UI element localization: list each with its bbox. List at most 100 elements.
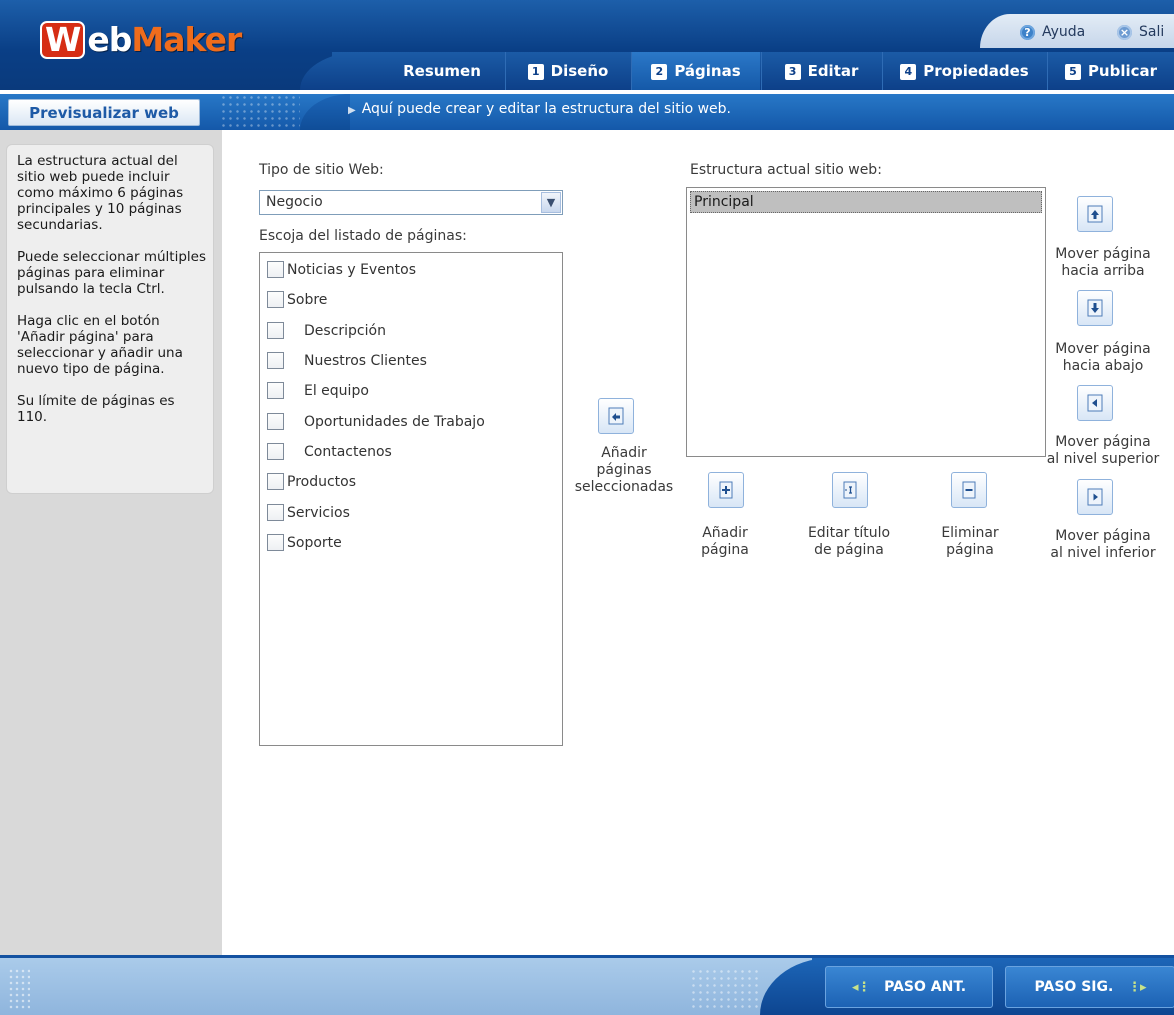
site-type-label: Tipo de sitio Web: [259,162,384,178]
preview-site-button[interactable]: Previsualizar web [8,99,200,126]
site-type-select[interactable]: Negocio ▼ [259,190,563,215]
step-number-icon: 1 [527,64,544,80]
page-list-item-label: Sobre [287,292,328,308]
webmaker-logo[interactable]: WebMaker [40,20,242,60]
tab-label: Resumen [403,62,481,80]
step-number-icon: 3 [784,64,801,80]
edit-title-icon [843,481,857,499]
caption-line: seleccionadas [574,479,674,495]
checkbox[interactable] [267,291,284,308]
page-list-item-equipo[interactable]: El equipo [267,381,369,401]
caption-line: Añadir [601,445,647,461]
move-upper-level-caption: Mover página al nivel superior [1036,434,1170,468]
add-selected-icon [608,407,624,425]
caption-line: Mover página [1055,246,1151,262]
previous-step-button[interactable]: ◂⋮ PASO ANT. [825,966,993,1008]
arrow-left-icon [1087,394,1103,412]
move-up-caption: Mover página hacia arriba [1042,246,1164,280]
caption-line: Añadir [702,525,748,541]
checkbox[interactable] [267,382,284,399]
page-list-item-servicios[interactable]: Servicios [267,503,350,523]
checkbox[interactable] [267,413,284,430]
help-link[interactable]: ? Ayuda [1020,18,1085,46]
checkbox[interactable] [267,443,284,460]
caption-line: página [946,542,994,558]
step-number-icon: 5 [1064,64,1081,80]
move-down-caption: Mover página hacia abajo [1042,341,1164,375]
move-upper-level-button[interactable] [1077,385,1113,421]
footer-decoration-left [8,968,30,1010]
page-list-item-descripcion[interactable]: Descripción [267,321,386,341]
caption-line: página [701,542,749,558]
structure-item-principal[interactable]: Principal [690,191,1042,213]
arrow-left-icon: ◂⋮ [851,980,871,995]
arrow-up-icon [1087,205,1103,223]
page-list-item-label: Productos [287,474,357,490]
add-selected-pages-button[interactable] [598,398,634,434]
caption-line: hacia arriba [1061,263,1145,279]
next-step-label: PASO SIG. [1034,979,1114,995]
edit-title-caption: Editar título de página [790,525,908,559]
logo-text-maker: Maker [131,20,242,59]
caption-line: Mover página [1055,434,1151,450]
caption-line: Mover página [1055,528,1151,544]
sidebar-help-box: La estructura actual del sitio web puede… [6,144,214,494]
checkbox[interactable] [267,261,284,278]
footer-decoration [690,968,760,1008]
page-list-item-contactenos[interactable]: Contactenos [267,442,392,462]
add-selected-caption: Añadir páginas seleccionadas [564,445,684,496]
checkbox[interactable] [267,534,284,551]
move-up-button[interactable] [1077,196,1113,232]
page-list-item-label: El equipo [304,383,369,399]
step-number-icon: 4 [900,64,917,80]
next-step-button[interactable]: PASO SIG. ⋮▸ [1005,966,1174,1008]
page-list-item-label: Descripción [304,323,386,339]
site-type-value: Negocio [266,194,323,210]
delete-page-button[interactable] [951,472,987,508]
logo-w: W [40,21,86,59]
help-paragraph: Puede seleccionar múltiples páginas para… [17,249,207,297]
tab-diseno[interactable]: 1 Diseño [505,52,630,90]
caption-line: páginas [596,462,652,478]
page-list-item-label: Oportunidades de Trabajo [304,414,485,430]
page-list-item-label: Servicios [287,505,350,521]
page-list-item-productos[interactable]: Productos [267,472,356,492]
checkbox[interactable] [267,473,284,490]
tab-publicar[interactable]: 5 Publicar [1047,52,1174,90]
step-number-icon: 2 [651,64,668,80]
checkbox[interactable] [267,352,284,369]
move-lower-level-button[interactable] [1077,479,1113,515]
checkbox[interactable] [267,322,284,339]
edit-title-button[interactable] [832,472,868,508]
structure-label: Estructura actual sitio web: [690,162,882,178]
tab-label: Publicar [1087,62,1158,80]
page-list-item-sobre[interactable]: Sobre [267,290,327,310]
delete-page-icon [962,481,976,499]
exit-link[interactable]: × Sali [1117,18,1164,46]
page-list[interactable]: Noticias y Eventos Sobre Descripción Nue… [259,252,563,746]
arrow-right-icon [1087,488,1103,506]
caption-line: hacia abajo [1062,358,1144,374]
structure-list[interactable]: Principal [686,187,1046,457]
add-page-button[interactable] [708,472,744,508]
tab-paginas[interactable]: 2 Páginas [631,52,760,90]
tab-resumen[interactable]: Resumen [380,52,504,90]
page-list-item-soporte[interactable]: Soporte [267,533,342,553]
caption-line: Mover página [1055,341,1151,357]
tab-label: Páginas [674,62,741,80]
help-paragraph: Su límite de páginas es 110. [17,393,175,425]
page-list-item-oportunidades[interactable]: Oportunidades de Trabajo [267,412,485,432]
page-list-item-noticias[interactable]: Noticias y Eventos [267,260,416,280]
arrow-right-icon: ▶ [348,105,356,116]
page-list-item-label: Soporte [287,535,342,551]
checkbox[interactable] [267,504,284,521]
move-down-button[interactable] [1077,290,1113,326]
tab-label: Editar [807,62,859,80]
page-list-item-clientes[interactable]: Nuestros Clientes [267,351,427,371]
tab-propiedades[interactable]: 4 Propiedades [882,52,1046,90]
tab-editar[interactable]: 3 Editar [761,52,881,90]
chevron-down-icon[interactable]: ▼ [541,192,561,213]
arrow-right-icon: ⋮▸ [1127,980,1147,995]
caption-line: de página [814,542,884,558]
subheader-info-text: Aquí puede crear y editar la estructura … [361,101,732,117]
